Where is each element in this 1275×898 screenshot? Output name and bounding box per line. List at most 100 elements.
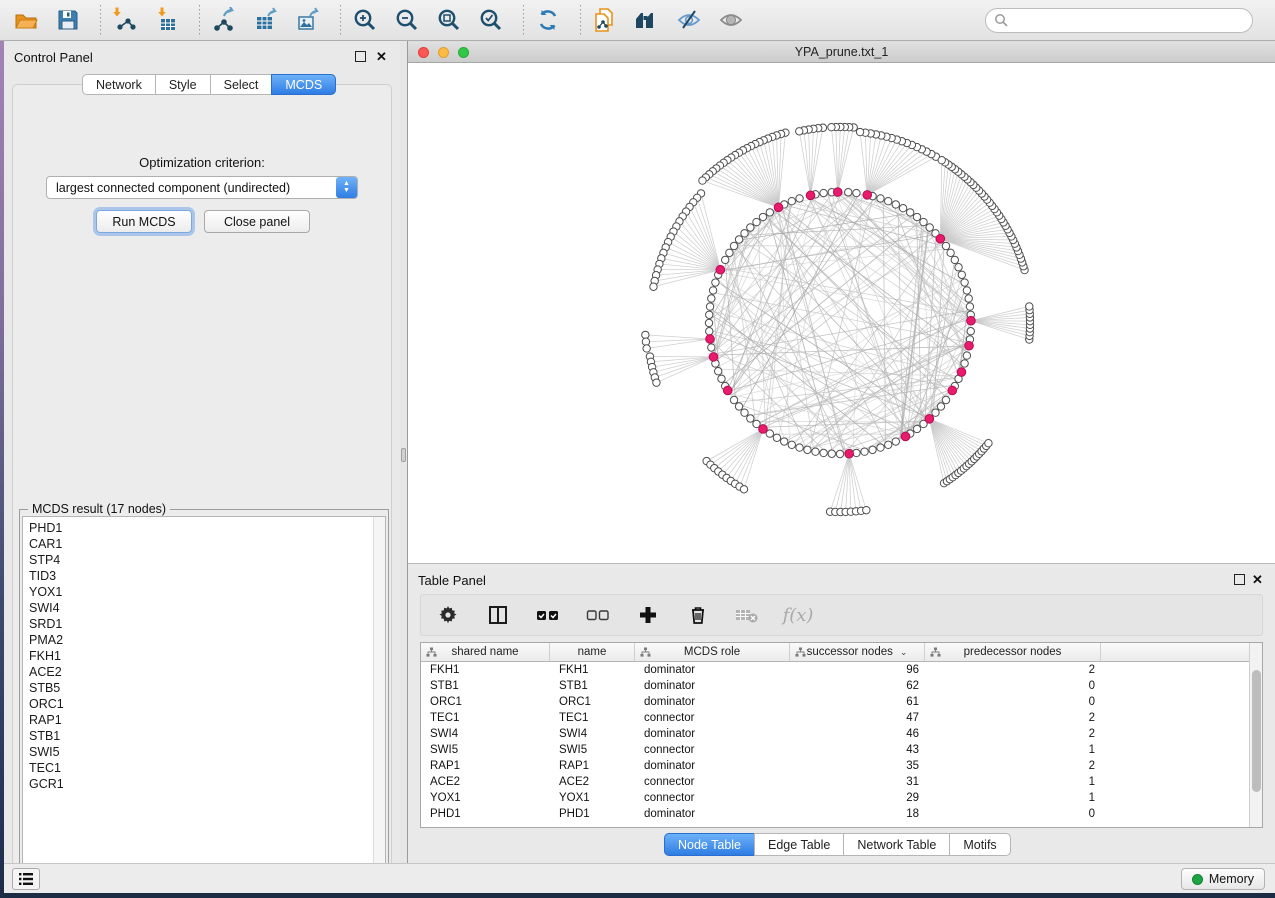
- tab-network-table[interactable]: Network Table: [843, 833, 950, 856]
- table-row[interactable]: SWI5SWI5connector431: [421, 742, 1262, 758]
- tab-motifs[interactable]: Motifs: [949, 833, 1010, 856]
- open-icon[interactable]: [12, 6, 40, 34]
- zoom-fit-icon[interactable]: [435, 6, 463, 34]
- table-toolbar: f(x): [420, 594, 1263, 636]
- list-item[interactable]: STB1: [29, 728, 385, 744]
- list-item[interactable]: ORC1: [29, 696, 385, 712]
- tab-style[interactable]: Style: [155, 74, 211, 95]
- add-column-icon[interactable]: [635, 602, 661, 628]
- list-item[interactable]: FKH1: [29, 648, 385, 664]
- zoom-selected-icon[interactable]: [477, 6, 505, 34]
- column-header-MCDS-role[interactable]: MCDS role: [635, 643, 790, 661]
- column-header-successor-nodes[interactable]: successor nodes⌄: [790, 643, 925, 661]
- list-item[interactable]: CAR1: [29, 536, 385, 552]
- list-item[interactable]: PMA2: [29, 632, 385, 648]
- tab-edge-table[interactable]: Edge Table: [754, 833, 844, 856]
- table-row[interactable]: ACE2ACE2connector311: [421, 774, 1262, 790]
- cell: ORC1: [421, 696, 550, 708]
- save-icon[interactable]: [54, 6, 82, 34]
- cell: SWI4: [421, 728, 550, 740]
- scrollbar-thumb[interactable]: [1252, 670, 1261, 792]
- tab-select[interactable]: Select: [210, 74, 273, 95]
- close-panel-button[interactable]: Close panel: [204, 210, 310, 233]
- column-header-predecessor-nodes[interactable]: predecessor nodes: [925, 643, 1101, 661]
- memory-button[interactable]: Memory: [1181, 868, 1265, 890]
- control-panel-title: Control Panel: [14, 50, 93, 65]
- delete-column-icon[interactable]: [685, 602, 711, 628]
- mcds-result-list[interactable]: PHD1CAR1STP4TID3YOX1SWI4SRD1PMA2FKH1ACE2…: [22, 516, 386, 878]
- cell: ORC1: [550, 696, 635, 708]
- table-row[interactable]: ORC1ORC1dominator610: [421, 694, 1262, 710]
- cell: SWI5: [421, 744, 550, 756]
- list-item[interactable]: PHD1: [29, 520, 385, 536]
- list-item[interactable]: RAP1: [29, 712, 385, 728]
- tab-network[interactable]: Network: [82, 74, 156, 95]
- table-row[interactable]: PHD1PHD1dominator180: [421, 806, 1262, 822]
- show-columns-icon[interactable]: [485, 602, 511, 628]
- tab-node-table[interactable]: Node Table: [664, 833, 755, 856]
- list-item[interactable]: STB5: [29, 680, 385, 696]
- refresh-styles-icon[interactable]: [534, 6, 562, 34]
- list-item[interactable]: SWI4: [29, 600, 385, 616]
- select-all-icon[interactable]: [535, 602, 561, 628]
- cell: connector: [635, 744, 790, 756]
- deselect-all-icon[interactable]: [585, 602, 611, 628]
- zoom-in-icon[interactable]: [351, 6, 379, 34]
- close-panel-icon[interactable]: ✕: [376, 51, 387, 62]
- list-item[interactable]: SRD1: [29, 616, 385, 632]
- list-item[interactable]: YOX1: [29, 584, 385, 600]
- table-scrollbar[interactable]: [1249, 643, 1262, 827]
- tab-mcds[interactable]: MCDS: [271, 74, 336, 95]
- cell: 35: [790, 760, 925, 772]
- cell: dominator: [635, 808, 790, 820]
- main-toolbar: [0, 0, 1275, 41]
- cell: TEC1: [550, 712, 635, 724]
- table-row[interactable]: YOX1YOX1connector291: [421, 790, 1262, 806]
- table-row[interactable]: STB1STB1dominator620: [421, 678, 1262, 694]
- table-row[interactable]: RAP1RAP1dominator352: [421, 758, 1262, 774]
- optimization-criterion-label: Optimization criterion:: [13, 155, 391, 170]
- table-row[interactable]: TEC1TEC1connector472: [421, 710, 1262, 726]
- control-panel-tabs: NetworkStyleSelectMCDS: [82, 74, 336, 95]
- list-item[interactable]: SWI5: [29, 744, 385, 760]
- search-network-icon[interactable]: [633, 6, 661, 34]
- list-item[interactable]: TID3: [29, 568, 385, 584]
- criterion-dropdown[interactable]: largest connected component (undirected)…: [46, 176, 358, 199]
- network-window-title: YPA_prune.txt_1: [408, 45, 1275, 59]
- list-item[interactable]: GCR1: [29, 776, 385, 792]
- toggle-graphics-details-icon[interactable]: [717, 6, 745, 34]
- list-item[interactable]: STP4: [29, 552, 385, 568]
- export-network-icon[interactable]: [210, 6, 238, 34]
- table-row[interactable]: FKH1FKH1dominator962: [421, 662, 1262, 678]
- table-header: shared namenameMCDS rolesuccessor nodes⌄…: [421, 643, 1262, 662]
- network-window-titlebar[interactable]: YPA_prune.txt_1: [408, 41, 1275, 63]
- result-scrollbar[interactable]: [373, 517, 385, 877]
- clone-network-icon[interactable]: [591, 6, 619, 34]
- settings-icon[interactable]: [435, 602, 461, 628]
- export-table-icon[interactable]: [252, 6, 280, 34]
- zoom-out-icon[interactable]: [393, 6, 421, 34]
- list-item[interactable]: ACE2: [29, 664, 385, 680]
- column-header-shared-name[interactable]: shared name: [421, 643, 550, 661]
- column-header-name[interactable]: name: [550, 643, 635, 661]
- table-row[interactable]: SWI4SWI4dominator462: [421, 726, 1262, 742]
- search-input[interactable]: [1009, 14, 1244, 28]
- float-window-icon[interactable]: [355, 51, 366, 62]
- float-window-icon[interactable]: [1234, 574, 1245, 585]
- cell: 0: [925, 696, 1101, 708]
- cell: 61: [790, 696, 925, 708]
- import-network-icon[interactable]: [111, 6, 139, 34]
- list-item[interactable]: TEC1: [29, 760, 385, 776]
- export-image-icon[interactable]: [294, 6, 322, 34]
- panel-splitter[interactable]: [400, 41, 408, 863]
- splitter-grip[interactable]: [401, 448, 406, 462]
- import-table-icon[interactable]: [153, 6, 181, 34]
- run-mcds-button[interactable]: Run MCDS: [96, 210, 192, 233]
- criterion-value: largest connected component (undirected): [47, 181, 336, 195]
- network-canvas[interactable]: [408, 63, 1275, 563]
- close-panel-icon[interactable]: ✕: [1252, 574, 1263, 585]
- hide-graphics-details-icon[interactable]: [675, 6, 703, 34]
- task-history-button[interactable]: [12, 868, 40, 890]
- toolbar-separator: [199, 5, 200, 35]
- search-field[interactable]: [985, 8, 1253, 33]
